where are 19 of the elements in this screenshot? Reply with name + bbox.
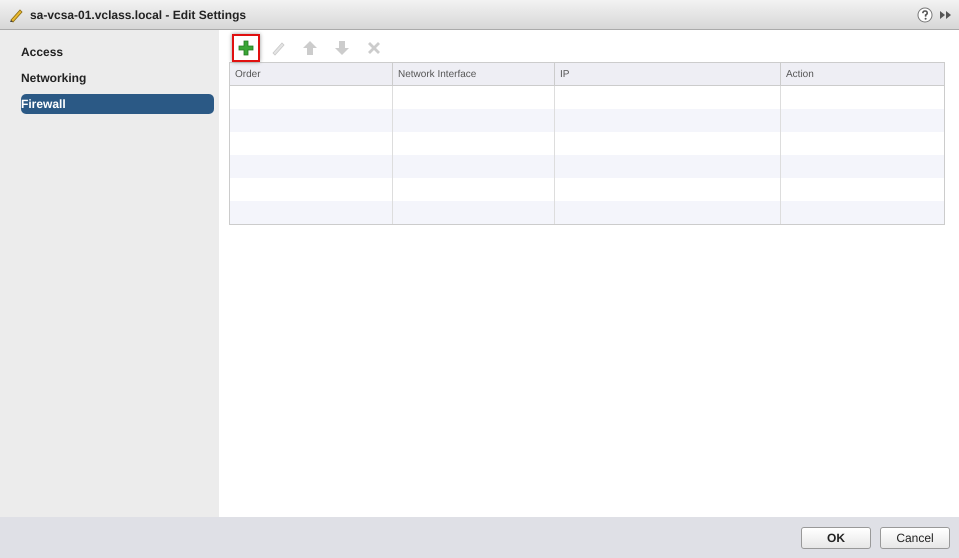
plus-icon [238,40,254,56]
column-header[interactable]: Action [781,63,943,85]
column-header[interactable]: IP [555,63,781,85]
column-header[interactable]: Network Interface [393,63,555,85]
cross-icon [366,40,382,56]
add-button[interactable] [232,34,260,62]
sidebar-item[interactable]: Access [21,42,214,62]
up-arrow-icon [302,40,318,56]
pencil-icon [270,40,286,56]
window-title: sa-vcsa-01.vclass.local - Edit Settings [30,8,246,22]
sidebar-item[interactable]: Networking [21,68,214,88]
ok-button[interactable]: OK [801,526,871,548]
expand-icon[interactable] [939,8,953,20]
help-icon[interactable] [917,6,933,22]
pencil-icon [8,6,24,22]
sidebar-item[interactable]: Firewall [21,94,214,114]
down-arrow-icon [334,40,350,56]
column-header[interactable]: Order [230,63,393,85]
cancel-button[interactable]: Cancel [880,526,950,548]
